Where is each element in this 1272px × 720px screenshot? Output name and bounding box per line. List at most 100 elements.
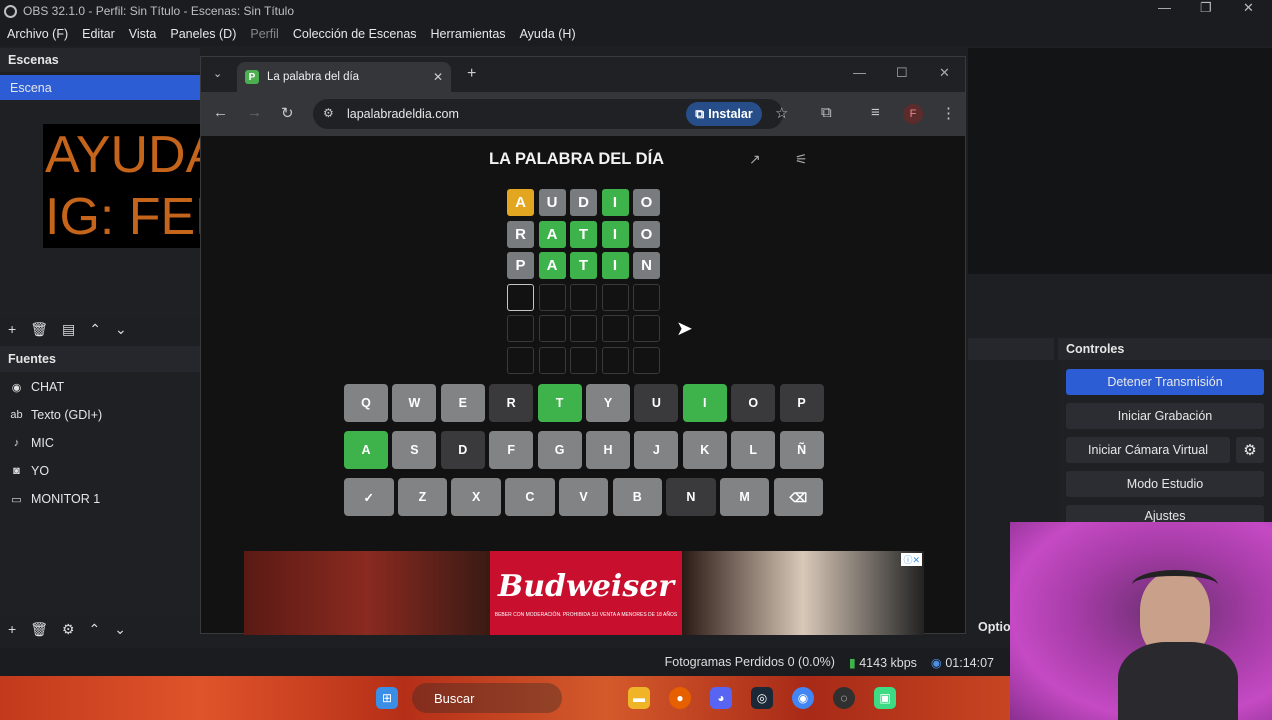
source-item[interactable]: ♪ MIC — [10, 436, 54, 450]
menu-herramientas[interactable]: Herramientas — [424, 27, 513, 41]
android-icon[interactable]: ▣ — [874, 687, 896, 709]
close-icon[interactable]: ✕ — [1243, 0, 1254, 16]
stop-stream-button[interactable]: Detener Transmisión — [1066, 369, 1264, 395]
minimize-icon[interactable]: — — [853, 65, 866, 80]
windows-start-icon[interactable]: ⊞ — [376, 687, 398, 709]
key-q[interactable]: Q — [344, 384, 388, 422]
key-t[interactable]: T — [537, 384, 582, 422]
trash-icon[interactable]: 🗑 — [30, 621, 48, 638]
key-g[interactable]: G — [537, 431, 582, 469]
key-f[interactable]: F — [489, 431, 534, 469]
menu-vista[interactable]: Vista — [122, 27, 164, 41]
maximize-icon[interactable]: ☐ — [896, 65, 908, 81]
media-control-icon[interactable]: ≡ — [871, 104, 880, 121]
board-tile: I — [601, 189, 629, 216]
profile-avatar[interactable]: F — [903, 104, 923, 124]
obs-title-bar: OBS 32.1.0 - Perfil: Sin Título - Escena… — [0, 0, 1272, 22]
key-n[interactable]: N — [666, 478, 716, 516]
menu-ayuda[interactable]: Ayuda (H) — [513, 27, 583, 41]
add-icon[interactable]: + — [8, 321, 16, 337]
key-j[interactable]: J — [634, 431, 679, 469]
key-a[interactable]: A — [344, 431, 388, 469]
search-label: Buscar — [434, 690, 475, 706]
gear-icon[interactable]: ⚙ — [1236, 437, 1264, 463]
steam-icon[interactable]: ◎ — [751, 687, 773, 709]
key-l[interactable]: L — [731, 431, 776, 469]
board-tile — [538, 346, 566, 374]
key-b[interactable]: B — [612, 478, 662, 516]
back-icon[interactable]: ← — [213, 104, 228, 121]
key-w[interactable]: W — [392, 384, 437, 422]
folder-icon[interactable]: ▬ — [628, 687, 650, 709]
key-c[interactable]: C — [505, 478, 555, 516]
key-k[interactable]: K — [682, 431, 727, 469]
obs-icon[interactable]: ◌ — [833, 687, 855, 709]
page-title: LA PALABRA DEL DÍA — [489, 150, 665, 168]
key-h[interactable]: H — [586, 431, 630, 469]
key-r[interactable]: R — [489, 384, 534, 422]
board-tile — [601, 346, 629, 374]
backspace-key[interactable]: ⌫ — [773, 478, 824, 516]
studio-mode-button[interactable]: Modo Estudio — [1066, 471, 1264, 497]
key-i[interactable]: I — [682, 384, 727, 422]
menu-archivo[interactable]: Archivo (F) — [0, 27, 75, 41]
key-v[interactable]: V — [558, 478, 609, 516]
browser-tab[interactable]: P La palabra del día ✕ — [237, 62, 451, 92]
taskbar-search[interactable]: Buscar — [412, 683, 562, 713]
site-info-icon[interactable]: ⚙ — [323, 106, 334, 120]
tab-search-icon[interactable]: ⌄ — [213, 67, 222, 80]
source-item[interactable]: ab Texto (GDI+) — [10, 408, 102, 422]
key-m[interactable]: M — [719, 478, 770, 516]
source-item[interactable]: ▭ MONITOR 1 — [10, 492, 100, 506]
key-s[interactable]: S — [392, 431, 437, 469]
key-ñ[interactable]: Ñ — [779, 431, 824, 469]
install-button[interactable]: ⧉ Instalar — [686, 102, 762, 126]
menu-perfil[interactable]: Perfil — [243, 27, 285, 41]
start-recording-button[interactable]: Iniciar Grabación — [1066, 403, 1264, 429]
stats-icon[interactable]: ↗ — [749, 151, 761, 168]
key-u[interactable]: U — [634, 384, 679, 422]
sources-header: Fuentes — [0, 346, 200, 372]
forward-icon[interactable]: → — [247, 104, 262, 121]
key-o[interactable]: O — [731, 384, 776, 422]
scene-item[interactable]: Escena — [0, 75, 200, 100]
chrome-icon[interactable]: ◉ — [792, 687, 814, 709]
extensions-icon[interactable]: ⧉ — [821, 104, 832, 121]
move-up-icon[interactable]: ⌃ — [89, 621, 101, 638]
new-tab-icon[interactable]: + — [467, 65, 476, 83]
menu-dots-icon[interactable]: ⋮ — [941, 104, 956, 122]
menu-paneles[interactable]: Paneles (D) — [163, 27, 243, 41]
ad-choices-icon[interactable]: ⓘ✕ — [901, 553, 922, 566]
ad-banner[interactable]: Budweiser BEBER CON MODERACIÓN. PROHIBID… — [244, 551, 924, 635]
menu-coleccion[interactable]: Colección de Escenas — [286, 27, 424, 41]
source-item[interactable]: ◙ YO — [10, 464, 49, 478]
close-icon[interactable]: ✕ — [939, 65, 950, 81]
discord-icon[interactable]: ◕ — [710, 687, 732, 709]
filter-icon[interactable]: ▤ — [62, 321, 75, 338]
trash-icon[interactable]: 🗑 — [30, 321, 48, 338]
key-p[interactable]: P — [779, 384, 824, 422]
enter-key[interactable]: ✓ — [344, 478, 394, 516]
move-down-icon[interactable]: ⌄ — [115, 321, 127, 338]
reload-icon[interactable]: ↻ — [281, 104, 294, 122]
key-e[interactable]: E — [440, 384, 485, 422]
key-y[interactable]: Y — [586, 384, 630, 422]
tab-close-icon[interactable]: ✕ — [433, 70, 443, 84]
key-x[interactable]: X — [451, 478, 501, 516]
firefox-icon[interactable]: ● — [669, 687, 691, 709]
add-icon[interactable]: + — [8, 621, 16, 637]
maximize-icon[interactable]: ❐ — [1200, 0, 1212, 16]
ad-photo-right — [682, 551, 924, 635]
menu-editar[interactable]: Editar — [75, 27, 122, 41]
move-up-icon[interactable]: ⌃ — [89, 321, 101, 338]
address-bar-row: ← → ↻ ⚙ lapalabradeldia.com ⧉ Instalar ☆… — [201, 92, 965, 136]
key-d[interactable]: D — [440, 431, 485, 469]
settings-sliders-icon[interactable]: ⚟ — [795, 151, 808, 168]
virtual-camera-button[interactable]: Iniciar Cámara Virtual — [1066, 437, 1230, 463]
key-z[interactable]: Z — [397, 478, 448, 516]
source-item[interactable]: ◉ CHAT — [10, 380, 64, 394]
minimize-icon[interactable]: — — [1158, 0, 1171, 15]
gear-icon[interactable]: ⚙ — [62, 621, 75, 638]
move-down-icon[interactable]: ⌄ — [114, 621, 126, 638]
bookmark-star-icon[interactable]: ☆ — [775, 104, 788, 122]
